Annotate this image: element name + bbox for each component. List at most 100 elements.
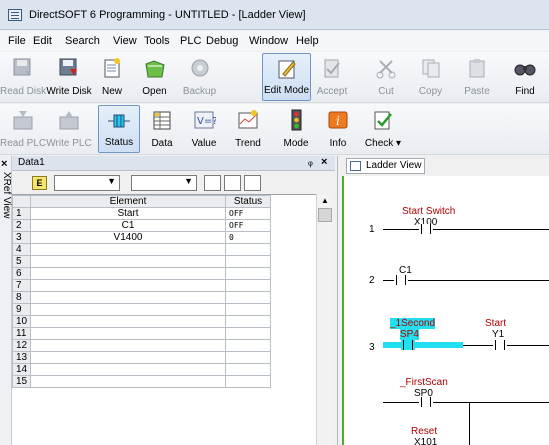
menu-window[interactable]: Window bbox=[249, 35, 288, 47]
row-number[interactable]: 12 bbox=[12, 339, 31, 352]
table-row[interactable]: 2 C1 OFF bbox=[12, 219, 271, 232]
find-button[interactable]: Find bbox=[505, 53, 545, 101]
write-disk-button[interactable]: Write Disk bbox=[46, 53, 92, 101]
row-number[interactable]: 4 bbox=[12, 243, 31, 256]
write-plc-button[interactable]: Write PLC bbox=[46, 105, 92, 153]
mode-button[interactable]: Mode bbox=[278, 105, 314, 153]
element-button[interactable]: E bbox=[32, 176, 47, 190]
element-cell[interactable] bbox=[30, 279, 226, 292]
menu-search[interactable]: Search bbox=[65, 35, 100, 47]
row-number[interactable]: 3 bbox=[12, 231, 31, 244]
table-row[interactable]: 3 V1400 0 bbox=[12, 231, 271, 244]
menu-plc[interactable]: PLC bbox=[180, 35, 201, 47]
data-tool-button-2[interactable] bbox=[224, 175, 241, 191]
element-cell[interactable] bbox=[30, 375, 226, 388]
trend-button[interactable]: Trend bbox=[227, 105, 269, 153]
row-number[interactable]: 15 bbox=[12, 375, 31, 388]
row-number[interactable]: 2 bbox=[12, 219, 31, 232]
table-row[interactable]: 8 bbox=[12, 291, 271, 304]
contact-sp4[interactable] bbox=[401, 340, 415, 350]
element-cell[interactable] bbox=[30, 339, 226, 352]
scroll-thumb[interactable] bbox=[318, 208, 332, 222]
status-cell: OFF bbox=[225, 207, 271, 220]
xref-view-tab[interactable]: XRef View bbox=[0, 172, 12, 219]
read-plc-button[interactable]: Read PLC bbox=[0, 105, 46, 153]
table-row[interactable]: 13 bbox=[12, 351, 271, 364]
element-cell[interactable] bbox=[30, 291, 226, 304]
menu-file[interactable]: File bbox=[8, 35, 26, 47]
element-cell[interactable] bbox=[30, 351, 226, 364]
table-row[interactable]: 9 bbox=[12, 303, 271, 316]
row-number[interactable]: 14 bbox=[12, 363, 31, 376]
table-row[interactable]: 10 bbox=[12, 315, 271, 328]
backup-icon bbox=[191, 59, 208, 77]
data-tool-button-1[interactable] bbox=[204, 175, 221, 191]
table-row[interactable]: 15 bbox=[12, 375, 271, 388]
table-row[interactable]: 14 bbox=[12, 363, 271, 376]
row-number[interactable]: 13 bbox=[12, 351, 31, 364]
value-button[interactable]: V=? Value bbox=[184, 105, 224, 153]
row-number[interactable]: 8 bbox=[12, 291, 31, 304]
info-button[interactable]: i Info bbox=[320, 105, 356, 153]
element-cell[interactable]: V1400 bbox=[30, 231, 226, 244]
edit-mode-button[interactable]: Edit Mode bbox=[262, 53, 311, 101]
element-cell[interactable] bbox=[30, 327, 226, 340]
table-row[interactable]: 7 bbox=[12, 279, 271, 292]
contact-c1[interactable] bbox=[394, 275, 408, 285]
display-format-select[interactable]: ▼ bbox=[131, 175, 197, 191]
tab-ladder-view[interactable]: Ladder View bbox=[346, 158, 426, 174]
row-number[interactable]: 11 bbox=[12, 327, 31, 340]
data-tool-button-3[interactable] bbox=[244, 175, 261, 191]
app-icon[interactable] bbox=[8, 9, 22, 21]
menu-edit[interactable]: Edit bbox=[33, 35, 52, 47]
element-cell[interactable] bbox=[30, 267, 226, 280]
close-icon[interactable]: × bbox=[321, 156, 327, 168]
table-row[interactable]: 6 bbox=[12, 267, 271, 280]
contact-y1[interactable] bbox=[493, 340, 507, 350]
status-cell bbox=[225, 363, 271, 376]
contact-sp0[interactable] bbox=[419, 397, 433, 407]
check-button[interactable]: Check ▾ bbox=[362, 105, 404, 153]
new-label: New bbox=[101, 86, 122, 97]
scroll-up-icon[interactable]: ▲ bbox=[317, 194, 333, 208]
paste-button[interactable]: Paste bbox=[455, 53, 499, 101]
element-cell[interactable] bbox=[30, 255, 226, 268]
read-disk-button[interactable]: Read Disk bbox=[0, 53, 46, 101]
row-number[interactable]: 6 bbox=[12, 267, 31, 280]
cut-button[interactable]: Cut bbox=[366, 53, 406, 101]
element-cell[interactable] bbox=[30, 363, 226, 376]
element-type-select[interactable]: ▼ bbox=[54, 175, 120, 191]
table-row[interactable]: 12 bbox=[12, 339, 271, 352]
row-number[interactable]: 10 bbox=[12, 315, 31, 328]
element-cell[interactable] bbox=[30, 243, 226, 256]
table-row[interactable]: 5 bbox=[12, 255, 271, 268]
table-row[interactable]: 4 bbox=[12, 243, 271, 256]
data-button[interactable]: Data bbox=[142, 105, 182, 153]
row-number[interactable]: 5 bbox=[12, 255, 31, 268]
row-number[interactable]: 9 bbox=[12, 303, 31, 316]
menu-tools[interactable]: Tools bbox=[144, 35, 170, 47]
pin-icon[interactable]: ᵩ bbox=[308, 156, 313, 168]
new-button[interactable]: New bbox=[92, 53, 132, 101]
open-button[interactable]: Open bbox=[132, 53, 177, 101]
menu-view[interactable]: View bbox=[113, 35, 137, 47]
contact-x100[interactable] bbox=[419, 224, 433, 234]
element-cell[interactable]: Start bbox=[30, 207, 226, 220]
element-cell[interactable]: C1 bbox=[30, 219, 226, 232]
backup-button[interactable]: Backup bbox=[177, 53, 222, 101]
element-cell[interactable] bbox=[30, 315, 226, 328]
element-cell[interactable] bbox=[30, 303, 226, 316]
menu-debug[interactable]: Debug bbox=[206, 35, 238, 47]
row-number[interactable]: 7 bbox=[12, 279, 31, 292]
table-row[interactable]: 11 bbox=[12, 327, 271, 340]
ladder-canvas[interactable]: Start Switch X100 1 C1 2 _1Second SP4 St… bbox=[344, 176, 549, 445]
menu-help[interactable]: Help bbox=[296, 35, 319, 47]
copy-button[interactable]: Copy bbox=[408, 53, 453, 101]
status-button[interactable]: Status bbox=[98, 105, 140, 153]
row-number[interactable]: 1 bbox=[12, 207, 31, 220]
table-row[interactable]: 1 Start OFF bbox=[12, 207, 271, 220]
accept-button[interactable]: Accept bbox=[312, 53, 352, 101]
close-icon[interactable]: × bbox=[1, 158, 7, 170]
check-dropdown-icon[interactable]: ▾ bbox=[396, 138, 401, 149]
data-grid-scrollbar[interactable]: ▲ bbox=[316, 194, 333, 445]
